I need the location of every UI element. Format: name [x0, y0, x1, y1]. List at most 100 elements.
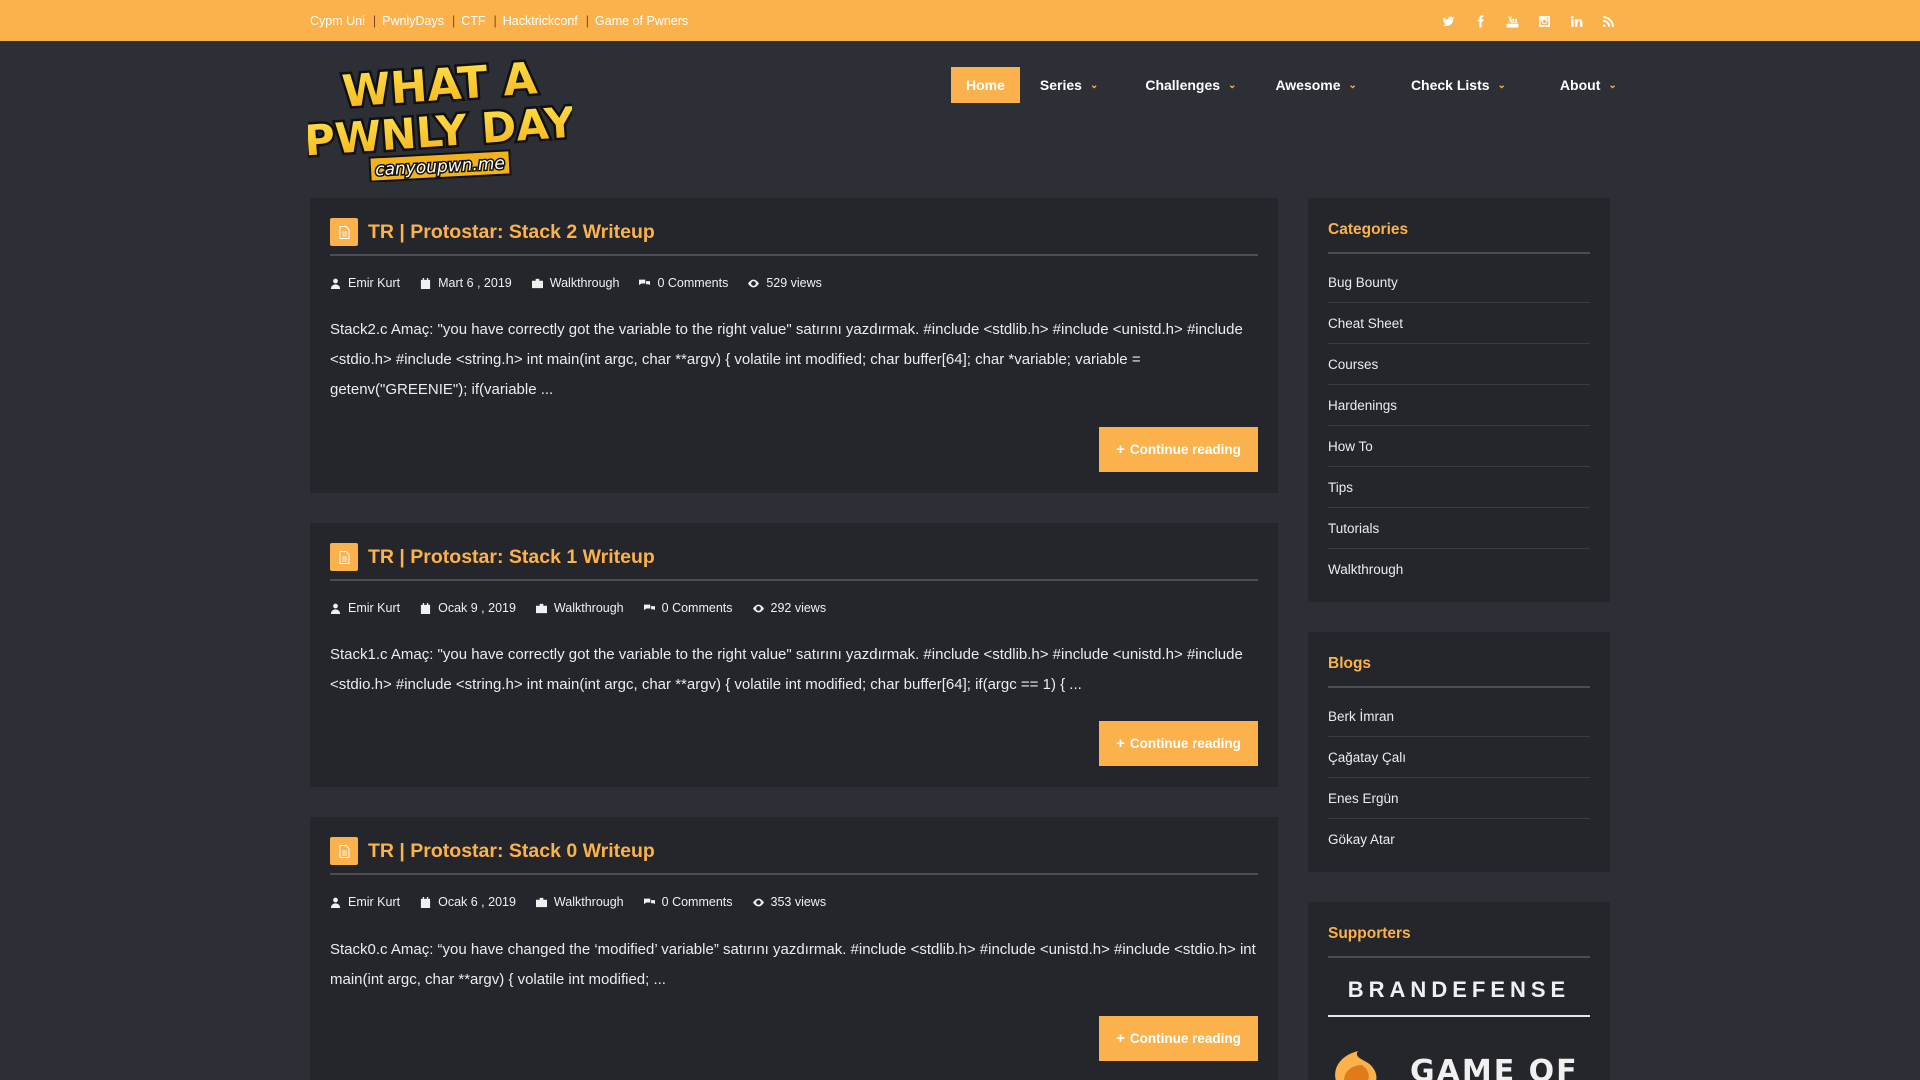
main-nav: Home Series ⌄ Challenges ⌄ Awesome ⌄ Check …	[951, 67, 1640, 103]
post-card: TR | Protostar: Stack 1 Writeup Emir Kur…	[310, 523, 1278, 787]
post-author[interactable]: Emir Kurt	[330, 276, 400, 290]
facebook-icon[interactable]	[1464, 12, 1496, 30]
widget-title: Supporters	[1328, 925, 1590, 958]
post-category[interactable]: Walkthrough	[535, 895, 624, 909]
eye-icon	[752, 604, 764, 612]
nav-challenges-label: Challenges	[1145, 77, 1221, 93]
post-title[interactable]: TR | Protostar: Stack 1 Writeup	[368, 543, 655, 571]
game-of-pwners-logo[interactable]: GAME OF	[1328, 1041, 1592, 1080]
blog-item[interactable]: Gökay Atar	[1328, 819, 1590, 860]
blog-item[interactable]: Enes Ergün	[1328, 778, 1590, 819]
category-list: Bug Bounty Cheat Sheet Courses Hardening…	[1328, 262, 1590, 590]
post-meta: Emir Kurt Ocak 9 , 2019 Walkthrough 0 Co…	[330, 601, 846, 615]
divider: |	[372, 14, 377, 28]
post-header: TR | Protostar: Stack 2 Writeup	[330, 218, 1258, 256]
category-item[interactable]: Hardenings	[1328, 385, 1590, 426]
calendar-icon	[421, 602, 431, 614]
widget-title: Blogs	[1328, 655, 1590, 688]
post-comments[interactable]: 0 Comments	[639, 276, 728, 290]
post-meta: Emir Kurt Mart 6 , 2019 Walkthrough 0 Co…	[330, 276, 842, 290]
briefcase-icon	[535, 897, 547, 907]
chevron-down-icon: ⌄	[1608, 79, 1617, 91]
toplink-ctf[interactable]: CTF	[461, 14, 485, 28]
post-title[interactable]: TR | Protostar: Stack 2 Writeup	[368, 218, 655, 246]
top-bar: Cypm Uni | PwnlyDays | CTF | Hacktrickco…	[0, 0, 1920, 41]
document-icon	[330, 837, 358, 865]
post-category[interactable]: Walkthrough	[535, 601, 624, 615]
user-icon	[330, 897, 341, 908]
chevron-down-icon: ⌄	[1497, 79, 1506, 91]
divider: |	[451, 14, 456, 28]
post-category[interactable]: Walkthrough	[531, 276, 619, 290]
nav-awesome[interactable]: Awesome ⌄	[1260, 67, 1372, 103]
post-views: 529 views	[748, 276, 822, 290]
continue-reading-button[interactable]: + Continue reading	[1099, 427, 1258, 472]
divider: |	[493, 14, 497, 28]
chevron-down-icon: ⌄	[1089, 79, 1099, 91]
nav-home[interactable]: Home	[951, 67, 1020, 103]
widget-title: Categories	[1328, 221, 1590, 254]
briefcase-icon	[531, 278, 543, 288]
blog-item[interactable]: Çağatay Çalı	[1328, 737, 1590, 778]
post-author[interactable]: Emir Kurt	[330, 601, 400, 615]
comments-icon	[639, 279, 651, 285]
nav-about-label: About	[1559, 77, 1601, 93]
supporters-widget: Supporters BRANDEFENSE GAME OF	[1308, 902, 1610, 1080]
post-comments[interactable]: 0 Comments	[643, 895, 733, 909]
youtube-icon[interactable]	[1496, 12, 1528, 30]
toplink-cypm-uni[interactable]: Cypm Uni	[310, 14, 365, 28]
rss-icon[interactable]	[1592, 12, 1624, 30]
chevron-down-icon: ⌄	[1348, 79, 1357, 91]
linkedin-icon[interactable]	[1560, 12, 1592, 30]
nav-home-label: Home	[966, 77, 1005, 93]
twitter-icon[interactable]	[1432, 12, 1464, 30]
user-icon	[330, 278, 341, 289]
instagram-icon[interactable]	[1528, 12, 1560, 30]
post-title[interactable]: TR | Protostar: Stack 0 Writeup	[368, 837, 655, 865]
category-item[interactable]: Cheat Sheet	[1328, 303, 1590, 344]
toplink-pwnlydays[interactable]: PwnlyDays	[382, 14, 444, 28]
category-item[interactable]: Walkthrough	[1328, 549, 1590, 590]
continue-reading-button[interactable]: + Continue reading	[1099, 721, 1258, 766]
nav-check-lists[interactable]: Check Lists ⌄	[1396, 67, 1521, 103]
chevron-down-icon: ⌄	[1228, 79, 1237, 91]
eye-icon	[752, 898, 764, 906]
category-item[interactable]: Bug Bounty	[1328, 262, 1590, 303]
user-icon	[330, 603, 341, 614]
svg-text:GAME OF: GAME OF	[1410, 1054, 1579, 1080]
post-author[interactable]: Emir Kurt	[330, 895, 400, 909]
category-item[interactable]: Tutorials	[1328, 508, 1590, 549]
post-views: 353 views	[752, 895, 826, 909]
category-item[interactable]: Tips	[1328, 467, 1590, 508]
nav-series[interactable]: Series ⌄	[1025, 67, 1113, 103]
plus-icon: +	[1116, 1030, 1125, 1047]
eye-icon	[748, 279, 760, 287]
post-comments[interactable]: 0 Comments	[643, 601, 733, 615]
toplink-game-of-pwners[interactable]: Game of Pwners	[595, 14, 688, 28]
continue-reading-button[interactable]: + Continue reading	[1099, 1016, 1258, 1061]
category-item[interactable]: How To	[1328, 426, 1590, 467]
plus-icon: +	[1116, 441, 1125, 458]
nav-series-label: Series	[1039, 77, 1082, 93]
comments-icon	[643, 604, 655, 610]
post-excerpt: Stack0.c Amaç: “you have changed the ‘mo…	[330, 941, 1256, 988]
site-logo[interactable]: WHAT A PWNLY DAY canyoupwn.me	[308, 42, 572, 182]
post-card: TR | Protostar: Stack 0 Writeup Emir Kur…	[310, 817, 1278, 1080]
calendar-icon	[421, 896, 431, 908]
calendar-icon	[421, 277, 431, 289]
nav-challenges[interactable]: Challenges ⌄	[1130, 67, 1251, 103]
document-icon	[330, 218, 358, 246]
post-excerpt: Stack1.c Amaç: "you have correctly got t…	[330, 646, 1243, 693]
nav-about[interactable]: About ⌄	[1545, 67, 1632, 103]
blog-item[interactable]: Berk İmran	[1328, 696, 1590, 737]
brandefense-logo[interactable]: BRANDEFENSE	[1328, 977, 1590, 1017]
post-header: TR | Protostar: Stack 1 Writeup	[330, 543, 1258, 581]
top-links: Cypm Uni | PwnlyDays | CTF | Hacktrickco…	[310, 14, 688, 28]
post-excerpt: Stack2.c Amaç: "you have correctly got t…	[330, 321, 1243, 398]
toplink-hacktrickconf[interactable]: Hacktrickconf	[503, 14, 578, 28]
category-item[interactable]: Courses	[1328, 344, 1590, 385]
plus-icon: +	[1116, 735, 1125, 752]
document-icon	[330, 543, 358, 571]
comments-icon	[643, 898, 655, 904]
post-card: TR | Protostar: Stack 2 Writeup Emir Kur…	[310, 198, 1278, 493]
